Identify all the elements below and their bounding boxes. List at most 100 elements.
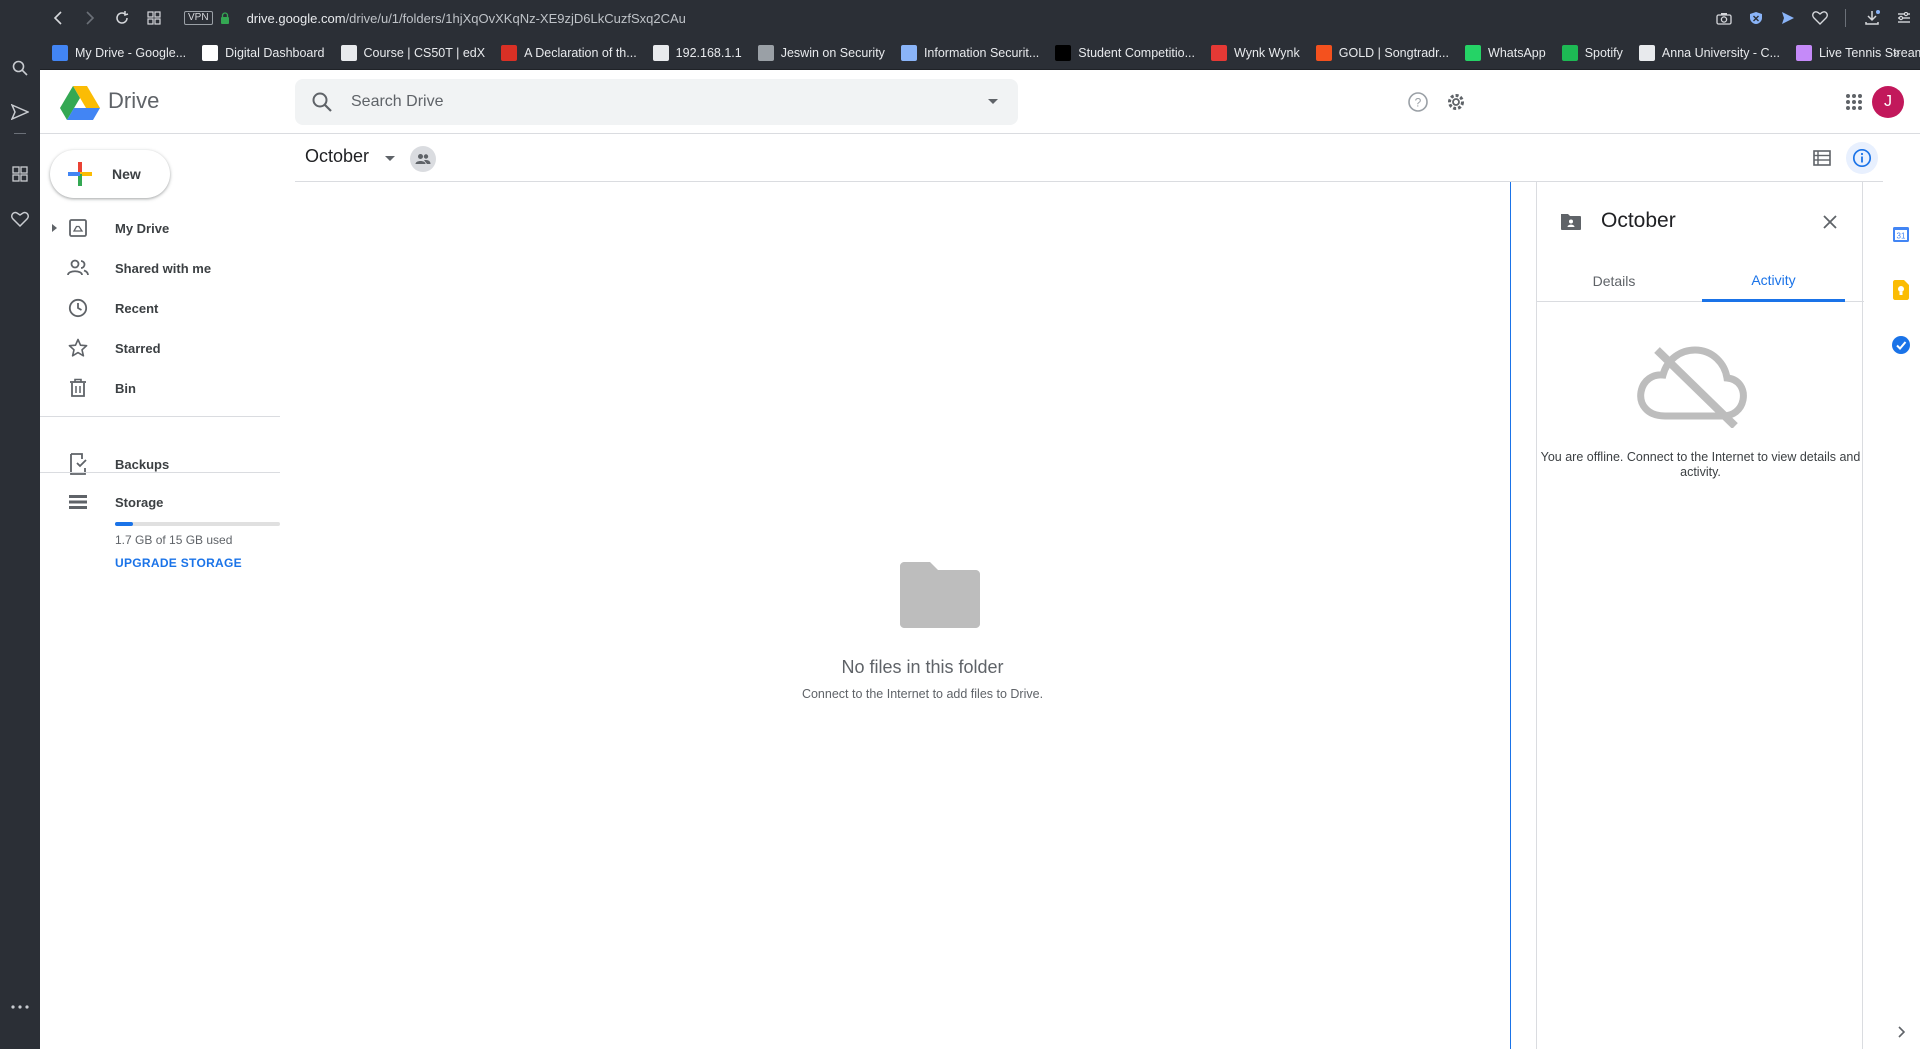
info-icon[interactable]	[1846, 142, 1878, 174]
bookmark-favicon-icon	[652, 44, 669, 61]
new-button[interactable]: New	[50, 150, 170, 198]
forward-icon[interactable]	[74, 4, 106, 32]
vpn-badge[interactable]: VPN	[184, 11, 213, 25]
search-icon[interactable]	[8, 56, 32, 80]
browser-toolbar: VPN drive.google.com/drive/u/1/folders/1…	[40, 0, 1920, 36]
bookmark-item[interactable]: Information Securit...	[900, 44, 1039, 61]
keep-icon[interactable]	[1891, 280, 1911, 300]
bookmark-item[interactable]: Anna University - C...	[1638, 44, 1780, 61]
sidebar-item-label: Recent	[115, 300, 159, 316]
bookmark-favicon-icon	[202, 44, 219, 61]
search-input[interactable]	[351, 79, 951, 125]
svg-text:?: ?	[1415, 96, 1422, 110]
bookmark-item[interactable]: My Drive - Google...	[52, 44, 186, 61]
bookmarks-bar: My Drive - Google... Digital Dashboard Cou…	[40, 36, 1920, 70]
apps-grid-icon[interactable]	[1838, 86, 1870, 118]
clock-icon	[66, 296, 90, 320]
download-icon[interactable]	[1856, 4, 1888, 32]
offline-message: You are offline. Connect to the Internet…	[1540, 450, 1861, 479]
sidebar-item-my-drive[interactable]: My Drive	[40, 208, 280, 248]
bookmark-label: Jeswin on Security	[780, 45, 885, 60]
storage-progress-bar	[115, 522, 280, 526]
search-icon[interactable]	[311, 91, 333, 113]
bookmark-label: GOLD | Songtradr...	[1338, 45, 1450, 60]
bookmark-item[interactable]: GOLD | Songtradr...	[1315, 44, 1450, 61]
camera-icon[interactable]	[1708, 4, 1740, 32]
bookmark-label: Wynk Wynk	[1234, 45, 1300, 60]
panel-tabs: Details Activity	[1537, 260, 1864, 302]
account-avatar[interactable]: J	[1872, 86, 1904, 118]
reload-icon[interactable]	[106, 4, 138, 32]
shared-people-icon[interactable]	[410, 146, 436, 172]
shield-extension-icon[interactable]	[1740, 4, 1772, 32]
search-options-caret-icon[interactable]	[988, 99, 998, 104]
close-icon[interactable]	[1814, 206, 1846, 238]
bookmark-item[interactable]: Student Competitio...	[1055, 44, 1195, 61]
favorites-heart-icon[interactable]	[1804, 4, 1836, 32]
plus-icon	[68, 162, 92, 186]
search-box[interactable]	[295, 79, 1018, 125]
bookmark-label: Course | CS50T | edX	[363, 45, 486, 60]
sidebar-item-label: My Drive	[115, 220, 170, 236]
toolbar-divider	[1836, 4, 1856, 32]
easy-setup-icon[interactable]	[1888, 4, 1920, 32]
help-icon[interactable]: ?	[1402, 86, 1434, 118]
bookmark-item[interactable]: Course | CS50T | edX	[340, 44, 486, 61]
heart-icon[interactable]	[8, 207, 32, 231]
bookmark-favicon-icon	[1796, 44, 1812, 61]
bookmark-item[interactable]: 192.168.1.1	[652, 44, 742, 61]
sidebar-nav: My Drive Shared with me Recent Starred B…	[40, 208, 280, 408]
tab-details[interactable]: Details	[1539, 260, 1689, 302]
new-button-label: New	[112, 166, 141, 182]
flow-send-icon[interactable]	[1772, 4, 1804, 32]
folder-menu-caret-icon[interactable]	[385, 156, 395, 161]
folder-title[interactable]: October	[305, 146, 369, 167]
sidebar-divider	[40, 472, 280, 473]
bookmark-item[interactable]: A Declaration of th...	[501, 44, 637, 61]
sidebar-item-starred[interactable]: Starred	[40, 328, 280, 368]
list-view-icon[interactable]	[1806, 142, 1838, 174]
sidebar-item-label: Backups	[115, 456, 170, 472]
sidebar-item-recent[interactable]: Recent	[40, 288, 280, 328]
bookmark-item[interactable]: WhatsApp	[1465, 44, 1546, 61]
speed-dial-icon[interactable]	[8, 162, 32, 186]
tab-activity[interactable]: Activity	[1702, 260, 1845, 302]
bookmark-label: 192.168.1.1	[675, 45, 742, 60]
bookmark-item[interactable]: Spotify	[1561, 44, 1623, 61]
bookmark-item[interactable]: Live Tennis Streami...	[1796, 44, 1920, 61]
sidebar-item-shared-with-me[interactable]: Shared with me	[40, 248, 280, 288]
bookmark-favicon-icon	[1465, 44, 1482, 61]
sidebar-storage-section: Storage	[40, 482, 280, 522]
settings-gear-icon[interactable]	[1440, 86, 1472, 118]
tasks-icon[interactable]	[1891, 335, 1911, 355]
upgrade-storage-link[interactable]: UPGRADE STORAGE	[115, 556, 242, 570]
more-icon[interactable]	[8, 995, 32, 1019]
drive-brand[interactable]: Drive	[108, 88, 159, 114]
sidebar-item-bin[interactable]: Bin	[40, 368, 280, 408]
drive-header: Drive ? J	[40, 70, 1920, 134]
bookmarks-overflow-icon[interactable]: »	[1893, 45, 1900, 60]
bookmark-item[interactable]: Digital Dashboard	[202, 44, 325, 61]
bookmark-label: Live Tennis Streami...	[1819, 45, 1920, 60]
storage-usage-text: 1.7 GB of 15 GB used	[115, 533, 233, 547]
empty-folder-icon	[900, 562, 980, 628]
sidebar-item-backups[interactable]: Backups	[40, 444, 280, 484]
bookmark-item[interactable]: Wynk Wynk	[1211, 44, 1300, 61]
bookmark-label: WhatsApp	[1488, 45, 1546, 60]
drive-logo-icon[interactable]	[60, 86, 100, 120]
send-icon[interactable]	[8, 100, 32, 124]
shared-icon	[66, 256, 90, 280]
url-host: drive.google.com	[246, 10, 346, 26]
tabs-grid-icon[interactable]	[138, 4, 170, 32]
empty-title: No files in this folder	[841, 657, 1004, 677]
folder-toolbar: October	[295, 134, 1883, 182]
calendar-icon[interactable]: 31	[1891, 224, 1911, 244]
back-icon[interactable]	[42, 4, 74, 32]
expand-panel-chevron-icon[interactable]	[1891, 1022, 1911, 1042]
sidebar-item-storage[interactable]: Storage	[40, 482, 280, 522]
sidebar-item-label: Storage	[115, 494, 164, 510]
panel-resize-border[interactable]	[1510, 182, 1511, 1049]
address-bar[interactable]: drive.google.com/drive/u/1/folders/1hjXq…	[247, 11, 686, 26]
expand-arrow-icon[interactable]	[52, 224, 57, 232]
bookmark-item[interactable]: Jeswin on Security	[757, 44, 885, 61]
